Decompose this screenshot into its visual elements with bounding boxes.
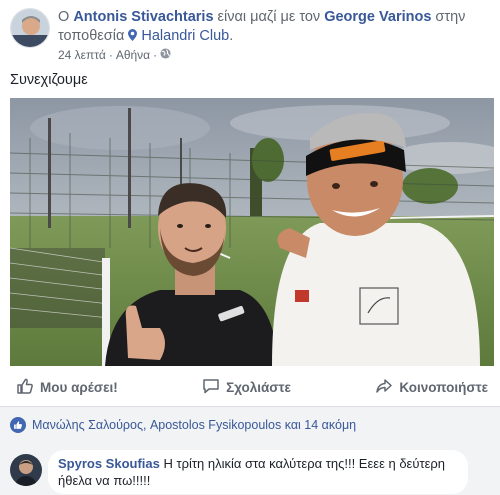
thumbs-up-icon [16, 377, 34, 398]
comment-button[interactable]: Σχολιάστε [196, 373, 297, 402]
reactions-text: Μανώλης Σαλούρος, Apostolos Fysikopoulos… [32, 418, 357, 432]
commenter-avatar[interactable] [10, 454, 42, 486]
author-avatar[interactable] [10, 8, 50, 48]
place-link[interactable]: Halandri Club [141, 28, 229, 44]
post-meta: 24 λεπτά · Αθήνα · [58, 48, 171, 62]
meta-separator: · [108, 48, 113, 62]
post-city: Αθήνα [115, 48, 151, 62]
tagged-person-link[interactable]: George Varinos [324, 9, 431, 25]
globe-icon[interactable] [160, 48, 171, 62]
speech-bubble-icon [202, 377, 220, 398]
post-photo[interactable] [10, 98, 494, 366]
place-suffix: . [229, 28, 234, 44]
author-name-link[interactable]: Antonis Stivachtaris [73, 9, 213, 25]
share-arrow-icon [375, 377, 393, 398]
reactions-bar: Μανώλης Σαλούρος, Apostolos Fysikopoulos… [0, 406, 500, 446]
post-header: Ο Antonis Stivachtaris είναι μαζί με τον… [10, 8, 494, 64]
comment-bubble: Spyros Skoufias Η τρίτη ηλικία στα καλύτ… [48, 450, 468, 494]
like-reaction-icon [10, 417, 26, 433]
share-label: Κοινοποιήστε [399, 379, 488, 395]
with-text: είναι μαζί με τον [213, 9, 325, 25]
comment-section: Spyros Skoufias Η τρίτη ηλικία στα καλύτ… [0, 446, 500, 495]
post-text: Συνεχιζουμε [10, 72, 88, 88]
meta-separator-2: · [153, 48, 158, 62]
like-label: Μου αρέσει! [40, 379, 118, 395]
like-button[interactable]: Μου αρέσει! [10, 373, 124, 402]
post-time[interactable]: 24 λεπτά [58, 48, 106, 62]
share-button[interactable]: Κοινοποιήστε [369, 373, 494, 402]
commenter-name-link[interactable]: Spyros Skoufias [58, 456, 160, 471]
post-actions: Μου αρέσει! Σχολιάστε Κοινοποιήστε [10, 372, 494, 402]
comment-label: Σχολιάστε [226, 379, 291, 395]
reactions-summary[interactable]: Μανώλης Σαλούρος, Apostolos Fysikopoulos… [10, 417, 356, 433]
post-headline: Ο Antonis Stivachtaris είναι μαζί με τον… [58, 8, 494, 46]
headline-prefix: Ο [58, 9, 74, 25]
location-pin-icon [128, 28, 138, 44]
